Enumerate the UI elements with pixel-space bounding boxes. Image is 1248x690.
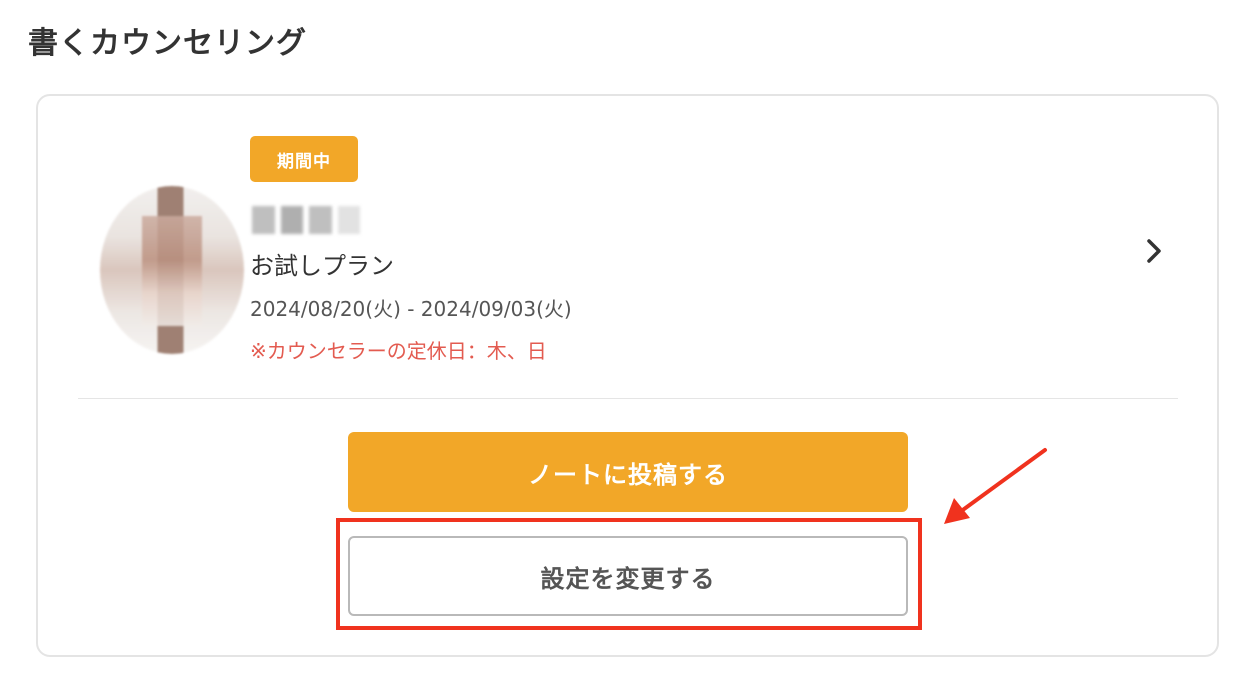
section-title: 書くカウンセリング <box>28 26 307 61</box>
plan-name: お試しプラン <box>250 252 394 280</box>
plan-period: 2024/08/20(火) - 2024/09/03(火) <box>250 297 572 321</box>
holiday-note: ※カウンセラーの定休日：木、日 <box>250 339 547 363</box>
annotation-arrow-icon <box>944 448 1047 524</box>
divider <box>78 398 1178 399</box>
page: 書くカウンセリング 期間中 お試しプラン 2024/08/20(火) - 202… <box>0 0 1248 690</box>
counselor-name-blurred <box>252 202 360 238</box>
avatar <box>100 186 244 354</box>
chevron-right-icon[interactable] <box>1142 236 1166 266</box>
status-badge: 期間中 <box>250 136 358 182</box>
change-settings-button[interactable]: 設定を変更する <box>348 536 908 616</box>
post-to-note-button[interactable]: ノートに投稿する <box>348 432 908 512</box>
counseling-card[interactable]: 期間中 お試しプラン 2024/08/20(火) - 2024/09/03(火)… <box>36 94 1219 657</box>
